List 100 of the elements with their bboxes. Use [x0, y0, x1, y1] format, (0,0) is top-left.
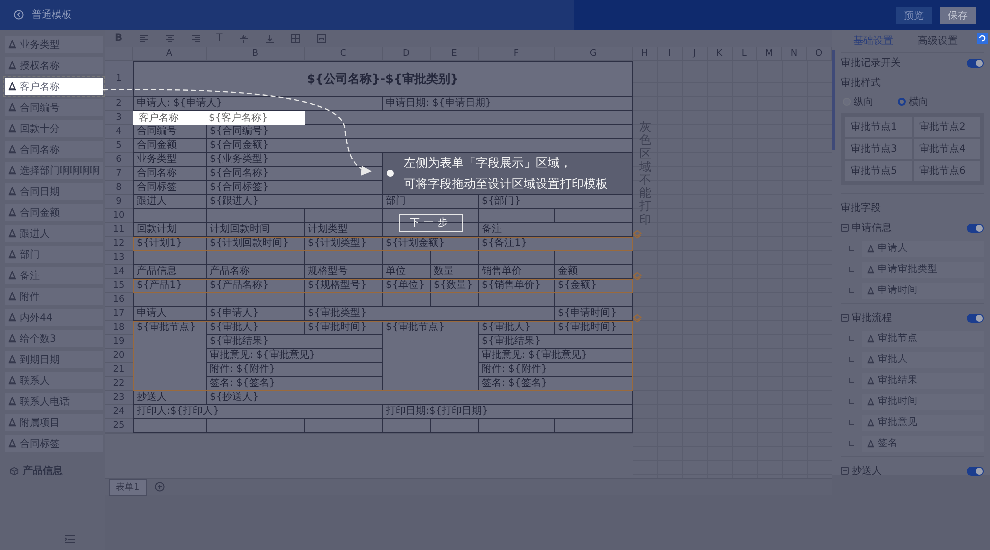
back-icon[interactable] — [14, 10, 24, 20]
field-icon — [8, 208, 17, 217]
table-cell: ${部门} — [479, 195, 633, 209]
sheet-tab[interactable]: 表单1 — [109, 478, 147, 496]
row-number: 11 — [105, 223, 133, 237]
row-number: 4 — [105, 125, 133, 139]
field-icon — [867, 356, 875, 364]
table-cell: 产品信息 — [133, 265, 207, 279]
field-item[interactable]: 合同名称 — [5, 141, 103, 158]
field-item[interactable]: 附属项目 — [5, 414, 103, 431]
table-cell: 计划类型 — [305, 223, 383, 237]
valign-middle-icon[interactable] — [238, 34, 249, 44]
header-button[interactable]: 保存 — [940, 6, 976, 24]
field-item[interactable]: 合同金额 — [5, 204, 103, 221]
field-value: ${客户名称} — [209, 112, 268, 125]
next-step-button[interactable]: 下一步 — [399, 214, 463, 232]
field-item[interactable]: 合同标签 — [5, 435, 103, 452]
valign-bottom-icon[interactable] — [264, 34, 275, 44]
table-cell: 签名: ${签名} — [479, 377, 633, 391]
table-cell: ${抄送人} — [207, 391, 633, 405]
field-item[interactable]: 审批意见 — [862, 414, 984, 430]
table-cell: 附件: ${附件} — [207, 363, 383, 377]
merge-icon[interactable] — [316, 34, 327, 44]
field-icon — [8, 187, 17, 196]
field-icon — [867, 398, 875, 406]
field-item[interactable]: 审批节点 — [862, 330, 984, 346]
column-header[interactable]: G — [555, 47, 633, 61]
stack-icon[interactable] — [633, 272, 642, 281]
field-icon — [867, 418, 875, 426]
field-item[interactable]: 选择部门啊啊啊啊 — [5, 162, 103, 179]
field-item[interactable]: 给个数3 — [5, 330, 103, 347]
group-icon — [841, 314, 849, 322]
node-cell: 审批节点3 — [845, 139, 912, 159]
align-center-icon[interactable] — [164, 34, 175, 44]
field-item[interactable]: 部门 — [5, 246, 103, 263]
add-icon[interactable] — [154, 482, 165, 492]
toggle-switch[interactable] — [967, 224, 984, 232]
field-item[interactable]: 审批结果 — [862, 372, 984, 388]
table-cell — [383, 293, 431, 307]
field-item[interactable]: 联系人 — [5, 372, 103, 389]
radio-option[interactable]: 横向 — [898, 95, 929, 109]
column-header[interactable]: M — [757, 47, 782, 61]
table-cell: ${审批时间} — [305, 321, 383, 335]
field-drag-tooltip[interactable]: 客户名称 ${客户名称} — [133, 111, 305, 125]
table-cell — [431, 251, 479, 265]
circular-arrow-icon[interactable] — [977, 33, 988, 44]
field-item[interactable]: 申请人 — [862, 240, 984, 256]
row-number: 6 — [105, 153, 133, 167]
stack-icon[interactable] — [633, 314, 642, 323]
table-cell: ${审批类型} — [305, 307, 555, 321]
table-cell: 合同标签 — [133, 181, 207, 195]
field-item[interactable]: 申请审批类型 — [862, 262, 984, 278]
field-item[interactable]: 到期日期 — [5, 351, 103, 368]
field-item[interactable]: 合同日期 — [5, 183, 103, 200]
table-cell: ${审批节点} — [383, 321, 479, 391]
setting-label: 审批样式 — [841, 76, 881, 90]
table-cell: 审批意见: ${审批意见} — [479, 349, 633, 363]
field-item[interactable]: 客户名称 — [5, 78, 103, 95]
field-item[interactable]: 备注 — [5, 267, 103, 284]
toggle-switch[interactable] — [967, 58, 984, 68]
toggle-switch[interactable] — [967, 466, 984, 476]
align-left-icon[interactable] — [138, 34, 149, 44]
table-cell: 合同编号 — [133, 125, 207, 139]
settings-tab[interactable]: 基础设置 — [841, 30, 906, 52]
table-cell: ${申请人} — [207, 307, 305, 321]
field-item[interactable]: 跟进人 — [5, 225, 103, 242]
row-number: 15 — [105, 279, 133, 293]
align-right-icon[interactable] — [190, 34, 201, 44]
table-cell: 打印人:${打印人} — [133, 405, 383, 419]
field-item[interactable]: 内外44 — [5, 309, 103, 326]
node-cell: 审批节点6 — [914, 161, 980, 181]
field-icon — [8, 145, 17, 154]
collapse-icon[interactable] — [65, 535, 75, 544]
field-item[interactable]: 回款十分 — [5, 120, 103, 137]
toggle-switch[interactable] — [967, 314, 984, 322]
row-number: 13 — [105, 251, 133, 265]
field-item[interactable]: 附件 — [5, 288, 103, 305]
field-item[interactable]: 业务类型 — [5, 36, 103, 53]
field-item[interactable]: 授权名称 — [5, 57, 103, 74]
table-cell: 回款计划 — [133, 223, 207, 237]
field-item[interactable]: 联系人电话 — [5, 393, 103, 410]
field-item[interactable]: 签名 — [862, 436, 984, 452]
borders-icon[interactable] — [290, 34, 301, 44]
field-icon — [8, 250, 17, 259]
scrollbar[interactable] — [832, 50, 835, 150]
field-item[interactable]: 审批人 — [862, 352, 984, 368]
header-button[interactable]: 预览 — [896, 6, 932, 24]
table-cell — [383, 419, 431, 433]
row-number: 9 — [105, 195, 133, 209]
field-item[interactable]: 申请时间 — [862, 282, 984, 298]
select-all-corner[interactable] — [105, 47, 133, 61]
column-header[interactable]: K — [708, 47, 732, 61]
field-icon — [8, 40, 17, 49]
group-icon — [841, 224, 849, 232]
table-cell: ${审批时间} — [555, 321, 633, 335]
field-item[interactable]: 合同编号 — [5, 99, 103, 116]
field-item[interactable]: 审批时间 — [862, 394, 984, 410]
stack-icon[interactable] — [633, 230, 642, 239]
radio-option[interactable]: 纵向 — [843, 95, 874, 109]
column-header[interactable]: O — [807, 47, 832, 61]
